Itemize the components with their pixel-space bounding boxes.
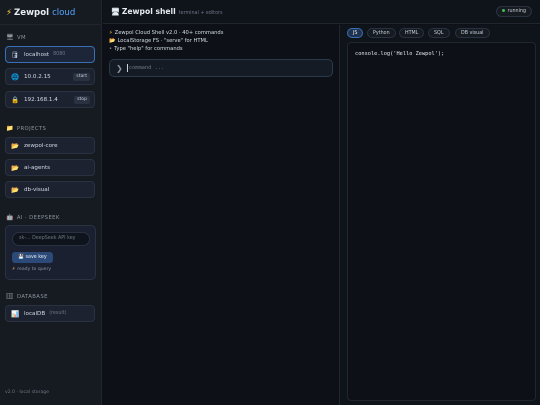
brand-accent: cloud	[52, 8, 76, 18]
terminal-pane: ⚡ Zewpol Cloud Shell v2.0 · 40+ commands …	[103, 25, 339, 405]
shell-subtitle: terminal + editors	[178, 11, 223, 16]
version-footer: v2.0 · local storage	[5, 390, 50, 395]
project-label: db-visual	[24, 186, 50, 193]
tab-sql[interactable]: SQL	[428, 28, 450, 38]
code-line: console.log('Hello Zewpol');	[355, 51, 445, 57]
tab-js[interactable]: JS	[347, 28, 364, 38]
brand-divider	[0, 24, 102, 25]
database-item-localdb[interactable]: 📊 localDB (result)	[5, 305, 95, 322]
lock-icon: 🔒	[10, 95, 20, 104]
project-item-db-visual[interactable]: 📂 db-visual	[5, 181, 95, 198]
database-cylinder-icon: 🛢	[10, 50, 20, 59]
open-folder-icon: 📂	[109, 38, 116, 44]
bolt-icon: ⚡	[109, 30, 113, 36]
section-title-vm: 🖥 VM	[6, 34, 27, 41]
cabinet-icon: 🗄	[6, 293, 15, 300]
open-folder-icon: 📂	[10, 141, 20, 150]
vm-item-192-168-1-4[interactable]: 🔒 192.168.1.4 stop	[5, 91, 95, 108]
bullet-icon: •	[109, 46, 113, 52]
vm-item-localhost[interactable]: 🛢 localhost 8080	[5, 46, 95, 63]
project-label: zewpol-core	[24, 142, 58, 149]
terminal-line: 📂 LocalStorage FS · "serve" for HTML	[109, 38, 208, 44]
database-tag: (result)	[49, 311, 67, 316]
robot-icon: 🤖	[6, 214, 14, 221]
globe-icon: 🌐	[10, 72, 20, 81]
main-header: 🖥 Zewpol shell terminal + editors running	[103, 0, 540, 24]
tab-python[interactable]: Python	[367, 28, 396, 38]
open-folder-icon: 📂	[10, 185, 20, 194]
save-key-button[interactable]: 💾 save key	[12, 252, 53, 263]
command-input[interactable]: ❯ command ...	[109, 59, 333, 77]
status-dot-icon	[502, 9, 506, 12]
ai-panel: sk-... DeepSeek API key 💾 save key ⚡ read…	[5, 225, 96, 280]
section-title-projects: 📁 PROJECTS	[6, 125, 47, 132]
open-folder-icon: 📂	[10, 163, 20, 172]
section-title-ai: 🤖 AI · DEEPSEEK	[6, 214, 60, 221]
monitor-icon: 🖥	[111, 8, 120, 16]
bolt-icon: ⚡	[6, 8, 13, 18]
prompt-chevron-icon: ❯	[116, 63, 123, 73]
status-badge: running	[496, 6, 532, 17]
bolt-icon: ⚡	[12, 267, 16, 272]
vm-port: 8080	[53, 52, 66, 57]
vm-start-button[interactable]: start	[73, 72, 90, 81]
section-title-database: 🗄 DATABASE	[6, 293, 48, 300]
tab-html[interactable]: HTML	[399, 28, 425, 38]
tab-db-visual[interactable]: DB visual	[455, 28, 490, 38]
shell-title: 🖥 Zewpol shell terminal + editors	[111, 7, 223, 16]
vm-label: 10.0.2.15	[24, 73, 51, 80]
project-item-ai-agents[interactable]: 📂 ai-agents	[5, 159, 95, 176]
sidebar: ⚡ Zewpol cloud 🖥 VM 🛢 localhost 8080 🌐 10.…	[0, 0, 102, 405]
ai-status: ⚡ ready to query	[12, 267, 52, 272]
code-editor[interactable]: console.log('Hello Zewpol');	[347, 42, 536, 401]
text-caret	[126, 64, 128, 72]
floppy-icon: 💾	[18, 255, 24, 260]
project-item-zewpol-core[interactable]: 📂 zewpol-core	[5, 137, 95, 154]
vm-label: 192.168.1.4	[24, 96, 58, 103]
database-label: localDB	[24, 310, 46, 317]
editor-pane: JS Python HTML SQL DB visual console.log…	[340, 25, 540, 405]
terminal-line: • Type "help" for commands	[109, 46, 183, 52]
vm-label: localhost	[24, 51, 50, 58]
terminal-line: ⚡ Zewpol Cloud Shell v2.0 · 40+ commands	[109, 30, 224, 36]
api-key-input[interactable]: sk-... DeepSeek API key	[12, 232, 90, 246]
server-icon: 🖥	[6, 34, 15, 41]
brand-name: Zewpol	[14, 8, 50, 18]
bar-chart-icon: 📊	[10, 309, 20, 318]
command-placeholder: command ...	[128, 65, 165, 71]
vm-item-10-0-2-15[interactable]: 🌐 10.0.2.15 start	[5, 68, 95, 85]
folder-icon: 📁	[6, 125, 14, 132]
vm-stop-button[interactable]: stop	[74, 95, 90, 104]
app-brand: ⚡ Zewpol cloud	[6, 8, 75, 18]
project-label: ai-agents	[24, 164, 51, 171]
